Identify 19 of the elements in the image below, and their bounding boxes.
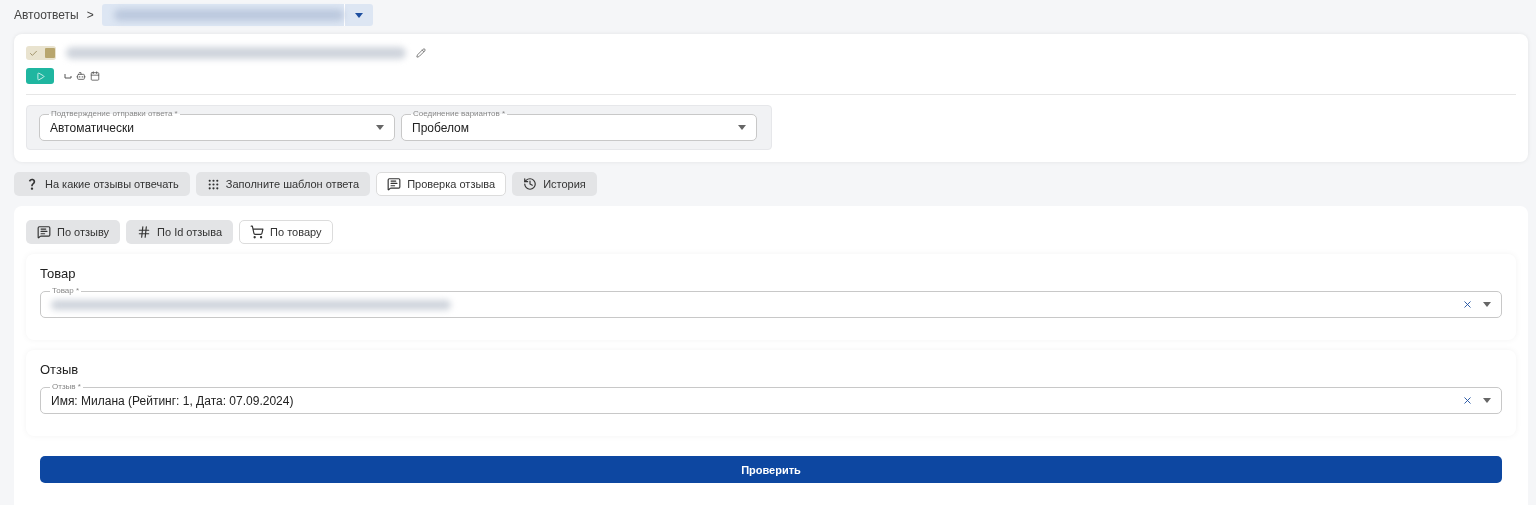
field-label: Товар * (50, 286, 82, 296)
tab[interactable]: Проверка отзыва (376, 172, 507, 196)
breadcrumb-link[interactable]: Автоответы (14, 8, 79, 22)
field-label: Соединение вариантов * (411, 109, 508, 119)
tab[interactable]: Заполните шаблон ответа (195, 172, 371, 196)
field-label: Подтверждение отправки ответа * (49, 109, 180, 119)
section-title: Отзыв (40, 362, 80, 377)
breadcrumb-separator: > (86, 8, 94, 22)
tab[interactable]: История (512, 172, 597, 196)
tab[interactable]: По Id отзыва (126, 220, 234, 244)
field-value: Пробелом (412, 120, 471, 135)
tab[interactable]: На какие отзывы отвечать (14, 172, 190, 196)
field-value: Имя: Милана (Рейтинг: 1, Дата: 07.09.2024) (51, 393, 295, 408)
field-value: Автоматически (50, 120, 135, 135)
tab[interactable]: По отзыву (26, 220, 121, 244)
field-label: Отзыв * (50, 382, 83, 392)
section-title: Товар (40, 266, 77, 281)
check-button[interactable]: Проверить (40, 456, 1502, 483)
tab[interactable]: По товару (239, 220, 333, 244)
